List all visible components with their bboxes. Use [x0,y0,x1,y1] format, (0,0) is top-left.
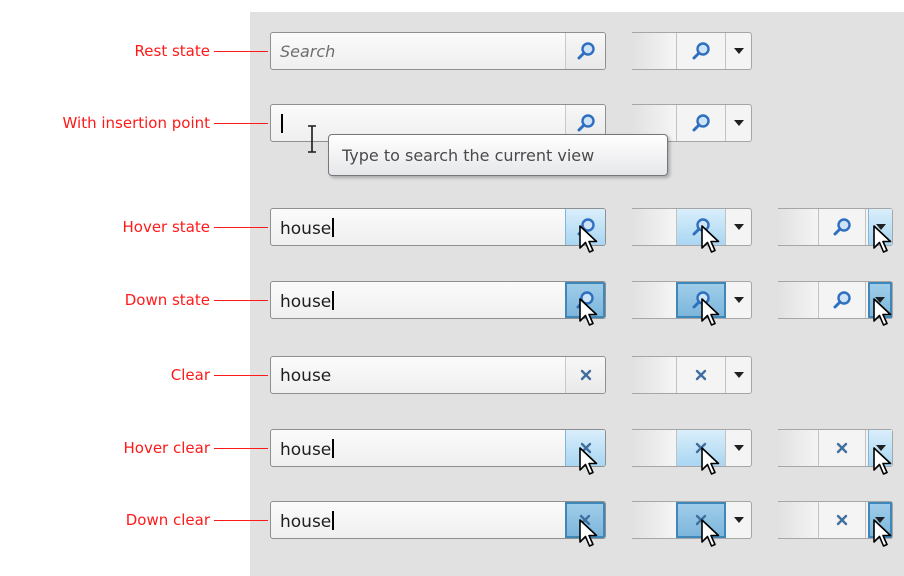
dropdown-arrow-icon [734,120,744,126]
mouse-pointer-icon [873,298,892,326]
mouse-pointer-icon [579,519,598,547]
search-button[interactable] [818,282,866,318]
dropdown-button[interactable] [727,357,751,393]
magnifier-icon [692,42,710,60]
search-text: house [280,219,332,239]
dropdown-arrow-icon [734,48,744,54]
clear-button[interactable] [565,357,605,393]
mouse-pointer-icon [873,447,892,475]
dropdown-arrow-icon [734,445,744,451]
dropdown-arrow-icon [734,372,744,378]
clear-button[interactable] [676,357,726,393]
mouse-pointer-icon [873,519,892,547]
insertion-caret [332,439,335,458]
dropdown-button[interactable] [727,209,751,245]
clear-x-icon [580,369,591,381]
state-label: With insertion point [62,114,210,132]
state-label: Down state [124,291,210,309]
search-text: house [280,292,332,312]
state-label: Hover clear [123,439,211,457]
state-label: Down clear [125,511,210,529]
leader-line [214,51,268,52]
leader-line [214,123,268,124]
leader-line [214,520,268,521]
text-cursor-icon [308,125,316,153]
row-clear: Clear house [0,356,904,396]
row-hover-clear: Hover clear house [0,429,904,469]
compact-search-box[interactable] [632,356,752,394]
clear-button[interactable] [818,430,866,466]
clear-button[interactable] [818,502,866,538]
leader-line [214,227,268,228]
dropdown-button[interactable] [727,430,751,466]
state-label: Clear [170,366,210,384]
dropdown-arrow-icon [734,517,744,523]
leader-line [214,375,268,376]
search-text: house [280,440,332,460]
search-box[interactable]: house [270,281,606,319]
dropdown-arrow-icon [734,224,744,230]
insertion-caret [332,291,335,310]
magnifier-icon [692,114,710,132]
mouse-pointer-icon [701,447,720,475]
tooltip: Type to search the current view [328,134,668,176]
dropdown-arrow-icon [734,297,744,303]
dropdown-button[interactable] [727,502,751,538]
search-text: house [280,512,332,532]
search-button[interactable] [818,209,866,245]
clear-x-icon [836,442,848,454]
insertion-caret [332,218,335,237]
compact-search-box[interactable] [632,501,752,539]
row-down-state: Down state house [0,281,904,321]
search-box[interactable]: house [270,501,606,539]
clear-x-icon [836,514,848,526]
search-placeholder: Search [280,42,336,61]
dropdown-button[interactable] [727,105,751,141]
search-button[interactable] [676,105,726,141]
mouse-pointer-icon [701,298,720,326]
mouse-pointer-icon [701,225,720,253]
insertion-caret [281,114,283,133]
mouse-pointer-icon [701,519,720,547]
mouse-pointer-icon [873,225,892,253]
mouse-pointer-icon [579,447,598,475]
row-hover-state: Hover state house [0,208,904,248]
magnifier-icon [833,291,851,309]
insertion-caret [332,511,335,530]
mouse-pointer-icon [579,225,598,253]
row-rest-state: Rest state Search [0,32,904,72]
search-button[interactable] [565,33,605,69]
search-box[interactable]: Search [270,32,606,70]
leader-line [214,300,268,301]
state-label: Hover state [122,218,211,236]
leader-line [214,448,268,449]
row-down-clear: Down clear house [0,501,904,541]
search-button[interactable] [676,33,726,69]
dropdown-button[interactable] [727,33,751,69]
clear-x-icon [695,369,707,381]
compact-search-box[interactable] [632,32,752,70]
search-text: house [280,366,332,386]
dropdown-button[interactable] [727,282,751,318]
compact-search-box[interactable] [632,281,752,319]
search-box[interactable]: house [270,208,606,246]
magnifier-icon [833,218,851,236]
state-label: Rest state [134,42,210,60]
magnifier-icon [577,42,595,60]
search-box[interactable]: house [270,429,606,467]
search-box[interactable]: house [270,356,606,394]
compact-search-box[interactable] [632,208,752,246]
compact-search-box[interactable] [632,429,752,467]
magnifier-icon [577,114,595,132]
tooltip-text: Type to search the current view [342,146,595,165]
mouse-pointer-icon [579,298,598,326]
